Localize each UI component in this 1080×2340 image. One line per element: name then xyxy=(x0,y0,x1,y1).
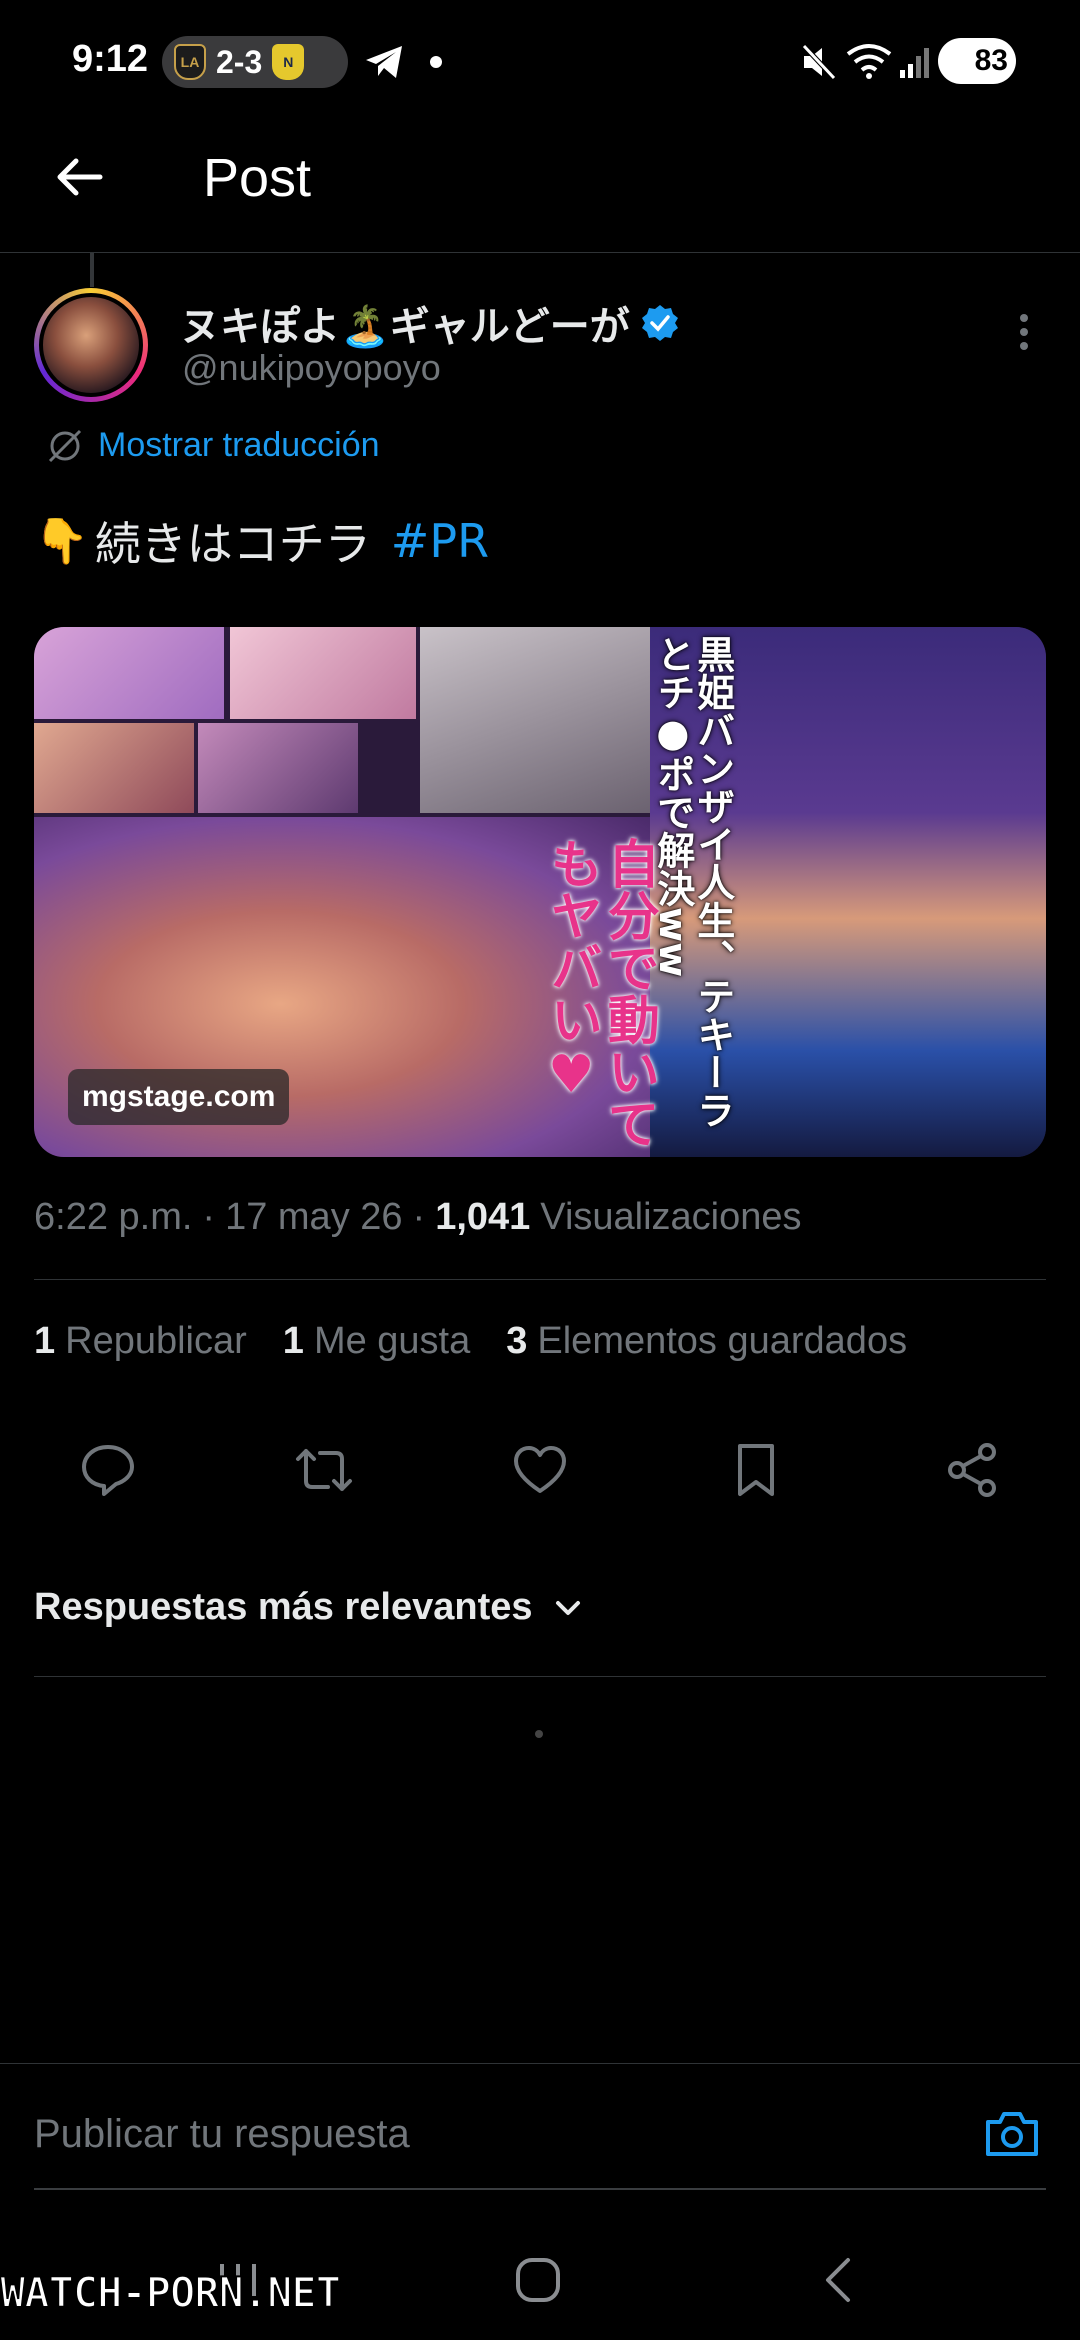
reposts-stat[interactable]: 1 Republicar xyxy=(34,1320,247,1363)
replies-sort-dropdown[interactable]: Respuestas más relevantes xyxy=(34,1586,583,1629)
translate-icon xyxy=(48,429,82,462)
stat-count: 1 xyxy=(34,1320,56,1362)
stat-label: Republicar xyxy=(65,1320,247,1362)
media-thumbnail xyxy=(198,723,358,813)
views-count: 1,041 xyxy=(435,1196,531,1238)
divider xyxy=(34,1279,1046,1280)
home-icon xyxy=(516,2258,560,2302)
post-body-text: 続きはコチラ xyxy=(94,517,371,571)
share-button[interactable] xyxy=(942,1440,1002,1500)
thread-connector-line xyxy=(90,253,94,287)
media-thumbnail xyxy=(230,627,416,719)
nashville-badge-icon: N xyxy=(272,44,305,80)
verified-badge-icon xyxy=(641,305,678,341)
stat-label: Elementos guardados xyxy=(537,1320,908,1362)
show-translation-button[interactable]: Mostrar traducción xyxy=(46,426,380,465)
more-options-icon[interactable] xyxy=(1018,312,1030,352)
media-thumbnail xyxy=(34,723,194,813)
telegram-icon xyxy=(366,46,402,78)
post-actions-bar xyxy=(0,1440,1080,1504)
system-back-button[interactable] xyxy=(808,2250,868,2310)
composer-underline xyxy=(34,2188,1046,2190)
system-back-icon xyxy=(826,2258,850,2302)
camera-icon[interactable] xyxy=(984,2108,1040,2158)
post-date: 17 may 26 xyxy=(225,1196,403,1238)
repost-icon xyxy=(296,1449,352,1491)
top-app-bar: Post xyxy=(0,125,1080,253)
author-name-text: ヌキぽよ🏝️ギャルどーが xyxy=(180,304,630,350)
reply-icon xyxy=(82,1445,134,1496)
media-source-text: mgstage.com xyxy=(82,1080,276,1113)
author-avatar[interactable] xyxy=(34,288,148,402)
battery-level: 83 xyxy=(974,44,1008,77)
hashtag-link[interactable]: #PR xyxy=(391,514,489,568)
media-overlay-caption: 自分で動いてもヤバい♥ xyxy=(541,837,659,1149)
site-watermark: WATCH-PORN.NET xyxy=(0,2267,342,2318)
chevron-down-icon xyxy=(555,1600,580,1615)
bookmarks-stat[interactable]: 3 Elementos guardados xyxy=(506,1320,907,1363)
reply-input[interactable]: Publicar tu respuesta xyxy=(34,2112,410,2157)
lafc-badge-icon: LA xyxy=(174,44,206,80)
meta-separator: · xyxy=(202,1196,216,1238)
status-bar: 9:12 LA 2-3 N 83 xyxy=(0,0,1080,125)
likes-stat[interactable]: 1 Me gusta xyxy=(283,1320,470,1363)
page-title: Post xyxy=(203,148,312,208)
notification-dot-icon xyxy=(430,56,442,68)
pointing-down-emoji-icon: 👇 xyxy=(34,516,89,567)
like-button[interactable] xyxy=(510,1440,570,1500)
back-arrow-icon[interactable] xyxy=(52,149,108,205)
home-button[interactable] xyxy=(508,2250,568,2310)
reply-composer: Publicar tu respuesta xyxy=(0,2063,1080,2193)
bookmark-button[interactable] xyxy=(726,1440,786,1500)
stat-count: 3 xyxy=(506,1320,528,1362)
replies-sort-label: Respuestas más relevantes xyxy=(34,1586,533,1628)
repost-button[interactable] xyxy=(294,1440,354,1500)
author-handle[interactable]: @nukipoyopoyo xyxy=(182,347,441,389)
live-score: 2-3 xyxy=(216,43,263,80)
loading-indicator xyxy=(535,1730,543,1738)
post-media-image[interactable]: 黒姫バンザイ人生、テキーラとチ●ポで解決ww 自分で動いてもヤバい♥ mgsta… xyxy=(34,627,1046,1157)
share-icon xyxy=(948,1443,996,1497)
signal-icon xyxy=(900,48,929,78)
wifi-icon xyxy=(846,44,892,79)
views-label[interactable]: Visualizaciones xyxy=(540,1196,801,1239)
author-display-name[interactable]: ヌキぽよ🏝️ギャルどーが xyxy=(180,294,680,352)
media-thumbnail xyxy=(34,627,224,719)
stat-label: Me gusta xyxy=(313,1320,471,1362)
media-overlay-caption: 黒姫バンザイ人生、テキーラとチ●ポで解決ww xyxy=(650,635,735,1129)
reply-button[interactable] xyxy=(78,1440,138,1500)
post-meta: 6:22 p.m. · 17 may 26 · 1,041 Visualizac… xyxy=(34,1196,802,1239)
post-text: 👇 続きはコチラ #PR xyxy=(34,508,489,574)
media-source-tag: mgstage.com xyxy=(68,1069,290,1125)
meta-separator: · xyxy=(412,1196,426,1238)
show-translation-label: Mostrar traducción xyxy=(98,426,380,464)
mute-icon xyxy=(802,44,836,80)
stat-count: 1 xyxy=(282,1320,304,1362)
status-time: 9:12 xyxy=(72,38,149,80)
engagement-stats: 1 Republicar 1 Me gusta 3 Elementos guardad… xyxy=(34,1320,907,1363)
media-thumbnail xyxy=(420,627,650,813)
heart-icon xyxy=(514,1446,566,1493)
live-score-pill[interactable]: LA 2-3 N xyxy=(162,36,348,88)
post-time: 6:22 p.m. xyxy=(34,1196,193,1238)
battery-indicator: 83 xyxy=(938,38,1016,84)
bookmark-icon xyxy=(738,1444,774,1496)
divider xyxy=(34,1676,1046,1677)
